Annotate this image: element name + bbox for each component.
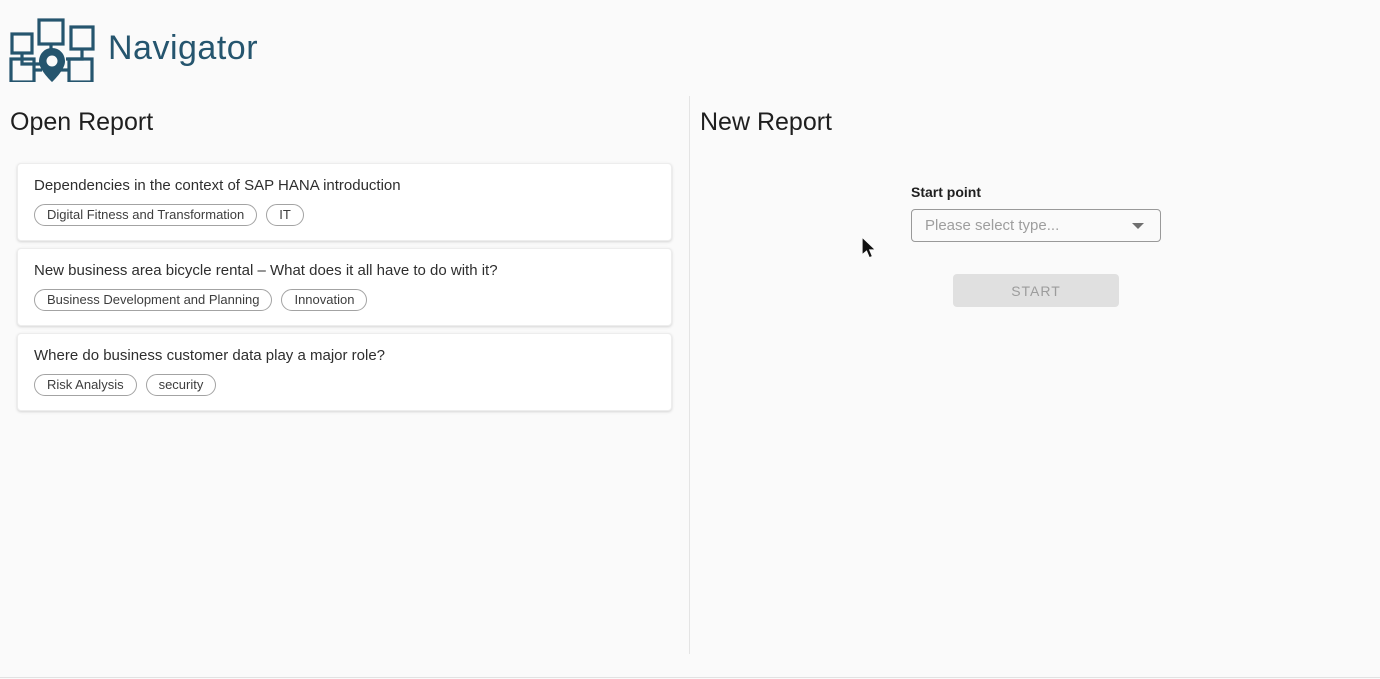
report-card[interactable]: New business area bicycle rental – What … <box>17 248 672 326</box>
report-card-tags: Risk Analysis security <box>34 374 655 396</box>
start-point-label: Start point <box>911 184 1161 200</box>
flowchart-location-pin-icon <box>8 14 96 82</box>
open-report-title: Open Report <box>10 108 689 137</box>
app-logo: Navigator <box>8 14 258 82</box>
tag-chip: IT <box>266 204 304 226</box>
tag-chip: Risk Analysis <box>34 374 137 396</box>
app-title: Navigator <box>108 29 258 68</box>
tag-chip: Business Development and Planning <box>34 289 272 311</box>
report-card[interactable]: Where do business customer data play a m… <box>17 333 672 411</box>
app-header: Navigator <box>0 0 1380 96</box>
report-card-title: New business area bicycle rental – What … <box>34 262 655 279</box>
tag-chip: security <box>146 374 217 396</box>
bottom-divider <box>0 677 1380 678</box>
new-report-form: Start point Please select type... START <box>911 184 1161 307</box>
tag-chip: Innovation <box>281 289 367 311</box>
report-card-tags: Business Development and Planning Innovat… <box>34 289 655 311</box>
new-report-title: New Report <box>700 108 1380 137</box>
start-button[interactable]: START <box>953 274 1119 307</box>
new-report-panel: New Report Start point Please select typ… <box>690 96 1380 654</box>
select-placeholder: Please select type... <box>925 217 1132 234</box>
start-point-select[interactable]: Please select type... <box>911 209 1161 242</box>
main-content: Open Report Dependencies in the context … <box>0 96 1380 654</box>
tag-chip: Digital Fitness and Transformation <box>34 204 257 226</box>
chevron-down-icon <box>1132 223 1144 229</box>
report-card-title: Where do business customer data play a m… <box>34 347 655 364</box>
open-report-panel: Open Report Dependencies in the context … <box>0 96 690 654</box>
report-list: Dependencies in the context of SAP HANA … <box>17 163 672 411</box>
report-card-title: Dependencies in the context of SAP HANA … <box>34 177 655 194</box>
report-card-tags: Digital Fitness and Transformation IT <box>34 204 655 226</box>
report-card[interactable]: Dependencies in the context of SAP HANA … <box>17 163 672 241</box>
